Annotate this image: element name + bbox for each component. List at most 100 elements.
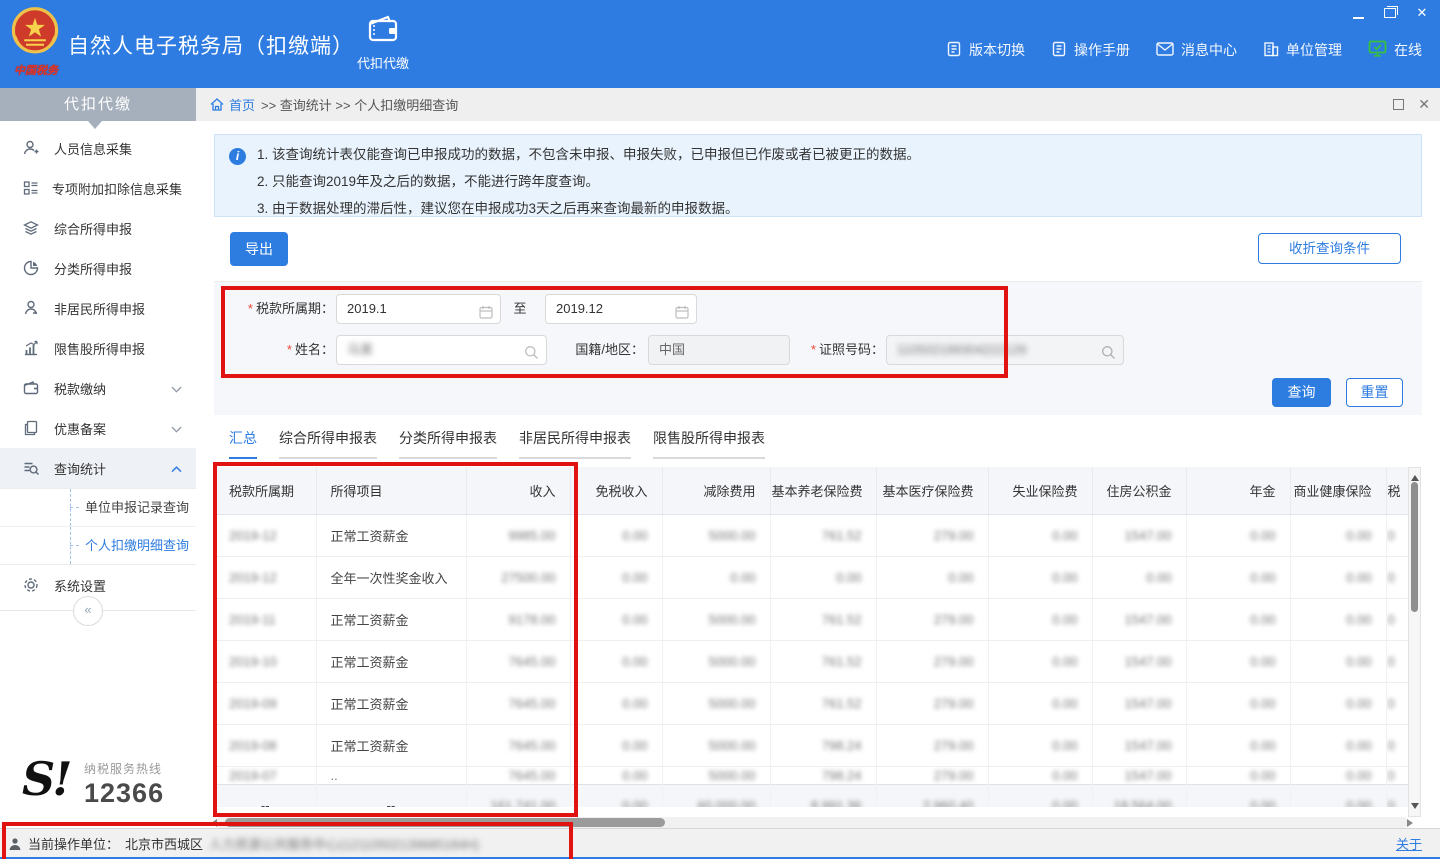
period-from-input[interactable]: 2019.1 — [336, 294, 501, 324]
cell: 2019-12 — [215, 557, 316, 599]
tab-1[interactable]: 汇总 — [229, 428, 257, 459]
cell: 0.00 — [570, 683, 662, 725]
column-header-10: 年金 — [1186, 467, 1290, 515]
tab-maximize-icon[interactable] — [1393, 99, 1404, 110]
cell: 60,000.00 — [662, 785, 770, 808]
column-header-3: 收入 — [466, 467, 570, 515]
home-icon — [210, 98, 224, 111]
table-row-4[interactable]: 2019-10正常工资薪金7645.000.005000.00761.52279… — [215, 641, 1408, 683]
period-from-value: 2019.1 — [347, 301, 387, 316]
sidebar-item-label: 优惠备案 — [54, 419, 171, 438]
cell: 18,564.00 — [1092, 785, 1186, 808]
sidebar-submenu: 单位申报记录查询个人扣缴明细查询 — [0, 488, 196, 565]
sidebar-item-2[interactable]: 专项附加扣除信息采集 — [0, 168, 196, 208]
sidebar-item-6[interactable]: 限售股所得申报 — [0, 328, 196, 368]
tab-3[interactable]: 分类所得申报表 — [399, 428, 497, 459]
period-to-value: 2019.12 — [556, 301, 603, 316]
column-header-9: 住房公积金 — [1092, 467, 1186, 515]
period-to-input[interactable]: 2019.12 — [545, 294, 697, 324]
sidebar-item-1[interactable]: 人员信息采集 — [0, 128, 196, 168]
tab-2[interactable]: 综合所得申报表 — [279, 428, 377, 459]
cell: 0.00 — [570, 767, 662, 785]
column-header-2: 所得项目 — [316, 467, 466, 515]
cell: -- — [215, 785, 316, 808]
tab-5[interactable]: 限售股所得申报表 — [653, 428, 765, 459]
status-bar: 当前操作单位：北京市西城区人力资源公共服务中心(1211050213968518… — [0, 828, 1440, 858]
tab-close-icon[interactable]: ✕ — [1418, 96, 1430, 113]
table-row-partial[interactable]: 2019-07..7645.000.005000.00798.24279.000… — [215, 767, 1408, 785]
about-link[interactable]: 关于 — [1396, 834, 1422, 853]
cell: 761.52 — [770, 515, 876, 557]
notice-line-1: 1. 该查询统计表仅能查询已申报成功的数据，不包含未申报、申报失败，已申报但已作… — [257, 141, 920, 168]
header-menu-item-3[interactable]: 消息中心 — [1156, 40, 1237, 60]
sidebar-item-3[interactable]: 综合所得申报 — [0, 208, 196, 248]
header-menu-item-2[interactable]: 操作手册 — [1051, 40, 1130, 60]
pie-icon — [22, 259, 42, 277]
scroll-up-icon[interactable] — [1411, 471, 1419, 481]
collapse-query-button[interactable]: 收折查询条件 — [1258, 233, 1401, 264]
cell: 2019-11 — [215, 599, 316, 641]
export-button[interactable]: 导出 — [230, 232, 288, 266]
search-list-icon — [22, 459, 42, 477]
gear-icon — [22, 576, 42, 594]
scroll-down-icon[interactable] — [1411, 803, 1419, 813]
column-header-4: 免税收入 — [570, 467, 662, 515]
cell: 761.52 — [770, 641, 876, 683]
search-icon[interactable] — [524, 342, 539, 370]
vertical-scrollbar[interactable] — [1408, 467, 1421, 817]
sidebar-subitem-2[interactable]: 个人扣缴明细查询 — [0, 527, 196, 564]
cert-input[interactable]: 110502199304222129 — [886, 335, 1124, 365]
cell: 正常工资薪金 — [316, 599, 466, 641]
module-tab-daikoudaijiao[interactable]: 代扣代缴 — [338, 14, 428, 80]
sidebar-item-4[interactable]: 分类所得申报 — [0, 248, 196, 288]
header-menu-item-4[interactable]: 单位管理 — [1263, 40, 1342, 60]
cell: 2019-12 — [215, 515, 316, 557]
sidebar-subitem-1[interactable]: 单位申报记录查询 — [0, 489, 196, 527]
tab-4[interactable]: 非居民所得申报表 — [519, 428, 631, 459]
sidebar-collapse-button[interactable]: « — [73, 596, 103, 626]
scroll-right-icon[interactable] — [1407, 819, 1417, 827]
close-button[interactable]: ✕ — [1414, 6, 1430, 20]
scroll-left-icon[interactable] — [207, 819, 217, 827]
column-header-11: 商业健康保险 — [1290, 467, 1386, 515]
minimize-button[interactable] — [1350, 6, 1366, 20]
sidebar-item-5[interactable]: 非居民所得申报 — [0, 288, 196, 328]
table-summary-row[interactable]: ----161,741.000.0060,000.008,991.362,960… — [215, 785, 1408, 808]
result-tabs: 汇总综合所得申报表分类所得申报表非居民所得申报表限售股所得申报表 — [229, 428, 787, 462]
sidebar-item-9[interactable]: 查询统计 — [0, 448, 196, 488]
table-row-2[interactable]: 2019-12全年一次性奖金收入27500.000.000.000.000.00… — [215, 557, 1408, 599]
reset-button[interactable]: 重置 — [1346, 378, 1403, 407]
header-menu-item-1[interactable]: 版本切换 — [946, 40, 1025, 60]
table-row-6[interactable]: 2019-08正常工资薪金7645.000.005000.00798.24279… — [215, 725, 1408, 767]
sidebar-item-label: 分类所得申报 — [54, 259, 182, 278]
calendar-icon — [479, 301, 493, 329]
person-icon — [22, 299, 42, 317]
cell: 0.00 — [1186, 599, 1290, 641]
result-table: 税款所属期所得项目收入免税收入减除费用基本养老保险费基本医疗保险费失业保险费住房… — [215, 467, 1408, 807]
cell: 0.00 — [1186, 515, 1290, 557]
cell: 0.00 — [1290, 725, 1386, 767]
table-row-3[interactable]: 2019-11正常工资薪金9178.000.005000.00761.52279… — [215, 599, 1408, 641]
notice-lines: 1. 该查询统计表仅能查询已申报成功的数据，不包含未申报、申报失败，已申报但已作… — [257, 141, 920, 222]
filter-panel: *税款所属期： 2019.1 至 2019.12 *姓名： 马某 国籍/地区： … — [214, 281, 1422, 415]
search-icon[interactable] — [1101, 342, 1116, 370]
cell: 5000.00 — [662, 767, 770, 785]
cell: 0 — [1386, 767, 1408, 785]
wallet-icon — [366, 31, 400, 48]
restore-button[interactable] — [1382, 6, 1398, 20]
header-menu-item-5[interactable]: 在线 — [1368, 40, 1422, 60]
table-row-1[interactable]: 2019-12正常工资薪金9985.000.005000.00761.52279… — [215, 515, 1408, 557]
query-button[interactable]: 查询 — [1272, 378, 1331, 407]
cell: 761.52 — [770, 599, 876, 641]
sidebar-item-label: 查询统计 — [54, 459, 171, 478]
cell: 0 — [1386, 515, 1408, 557]
table-row-5[interactable]: 2019-09正常工资薪金7645.000.005000.00761.52279… — [215, 683, 1408, 725]
sidebar-item-8[interactable]: 优惠备案 — [0, 408, 196, 448]
vertical-scroll-thumb[interactable] — [1411, 482, 1418, 612]
name-input[interactable]: 马某 — [336, 335, 547, 365]
horizontal-scrollbar[interactable] — [215, 817, 1408, 828]
sidebar-item-7[interactable]: 税款缴纳 — [0, 368, 196, 408]
breadcrumb-home[interactable]: 首页 — [210, 95, 255, 114]
horizontal-scroll-thumb[interactable] — [225, 818, 665, 827]
cell: 2019-08 — [215, 725, 316, 767]
